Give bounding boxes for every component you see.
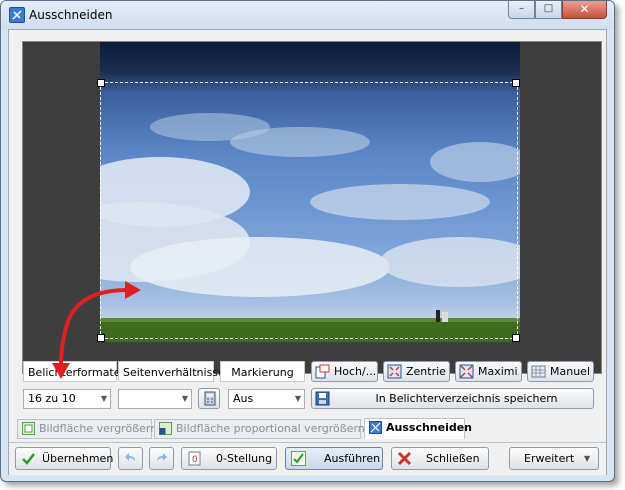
ausfuehren-button[interactable]: Ausführen (285, 447, 383, 470)
undo-button[interactable] (118, 447, 143, 470)
save-disk-icon (315, 391, 330, 406)
zentrieren-button[interactable]: Zentrie... (383, 361, 450, 382)
uebernehmen-label: Übernehmen (42, 452, 114, 465)
calculator-button[interactable] (198, 388, 220, 409)
chevron-down-icon: ▼ (100, 394, 107, 403)
undo-arrow-icon (123, 451, 138, 466)
minimize-button[interactable]: – (508, 1, 535, 19)
format-select[interactable]: 16 zu 10 ▼ (23, 389, 111, 409)
window-title: Ausschneiden (29, 8, 113, 22)
tab-bildflaeche-proportional[interactable]: Bildfläche proportional vergrößern (154, 419, 365, 439)
crop-selection-frame[interactable] (100, 82, 518, 339)
tab-label: Bildfläche proportional vergrößern (176, 422, 365, 435)
svg-text:0: 0 (192, 455, 198, 465)
ratio-select[interactable]: ▼ (118, 389, 192, 409)
maximieren-label: Maximi... (478, 365, 519, 378)
markierung-select-value: Aus (233, 392, 254, 405)
tab-ausschneiden[interactable]: Ausschneiden (364, 418, 472, 439)
tab-bildflaeche-vergroessern[interactable]: Bildfläche vergrößern (17, 419, 157, 439)
expand-canvas-icon (22, 422, 35, 435)
uebernehmen-button[interactable]: Übernehmen (15, 447, 114, 470)
bottom-toolbar: Übernehmen 0 0-Stellung Ausführen Schlie… (9, 442, 606, 475)
erweitert-label: Erweitert (524, 452, 575, 465)
schliessen-button[interactable]: Schließen (391, 447, 489, 470)
ausfuehren-label: Ausführen (324, 452, 381, 465)
erweitert-button[interactable]: Erweitert ▼ (509, 447, 599, 470)
maximize-button[interactable]: □ (535, 1, 562, 19)
maximieren-button[interactable]: Maximi... (455, 361, 522, 382)
grid-icon (531, 364, 546, 379)
tab-label: Bildfläche vergrößern (39, 422, 158, 435)
reset-zero-icon: 0 (187, 451, 202, 466)
redo-button[interactable] (149, 447, 174, 470)
maximize-icon: □ (543, 3, 554, 14)
close-window-button[interactable]: ✕ (562, 1, 607, 19)
schliessen-label: Schließen (426, 452, 480, 465)
crop-handle-bottom-right[interactable] (512, 334, 520, 342)
crop-handle-top-right[interactable] (512, 79, 520, 87)
center-icon (387, 364, 402, 379)
crop-app-icon (9, 7, 25, 23)
markierung-label: Markierung (220, 361, 305, 382)
checkmark-icon (21, 451, 36, 466)
maximize-crop-icon (459, 364, 474, 379)
manuell-label: Manuell (550, 365, 591, 378)
crop-icon (369, 421, 382, 434)
markierung-select[interactable]: Aus ▼ (228, 389, 305, 409)
nullstellung-label: 0-Stellung (216, 452, 273, 465)
proportional-expand-icon (159, 422, 172, 435)
redo-arrow-icon (154, 451, 169, 466)
close-x-icon (397, 451, 412, 466)
crop-handle-top-left[interactable] (97, 79, 105, 87)
format-select-value: 16 zu 10 (28, 392, 76, 405)
chevron-down-icon: ▼ (181, 394, 188, 403)
chevron-down-icon: ▼ (294, 394, 301, 403)
rotate-format-icon (315, 364, 330, 379)
seitenverhaeltnisse-label: Seitenverhältnisse (118, 361, 225, 382)
nullstellung-button[interactable]: 0 0-Stellung (181, 447, 277, 470)
minimize-icon: – (519, 3, 524, 14)
chevron-down-icon: ▼ (584, 454, 591, 463)
calculator-icon (202, 391, 217, 406)
hoch-quer-label: Hoch/... (334, 365, 375, 378)
hoch-quer-button[interactable]: Hoch/... (311, 361, 378, 382)
crop-dialog-window: Ausschneiden – □ ✕ Belichterformate Seit… (0, 0, 615, 482)
close-icon: ✕ (579, 2, 590, 16)
tab-label: Ausschneiden (386, 421, 473, 434)
crop-handle-bottom-left[interactable] (97, 334, 105, 342)
execute-check-icon (291, 451, 306, 466)
belichterformate-label: Belichterformate (23, 361, 121, 382)
save-to-directory-label: In Belichterverzeichnis speichern (375, 392, 558, 405)
manuell-button[interactable]: Manuell (527, 361, 594, 382)
save-to-directory-button[interactable]: In Belichterverzeichnis speichern (311, 388, 594, 409)
image-preview-area (22, 41, 602, 374)
zentrieren-label: Zentrie... (406, 365, 447, 378)
dialog-client-area: Belichterformate Seitenverhältnisse Mark… (8, 29, 607, 475)
titlebar[interactable]: Ausschneiden – □ ✕ (1, 1, 614, 29)
